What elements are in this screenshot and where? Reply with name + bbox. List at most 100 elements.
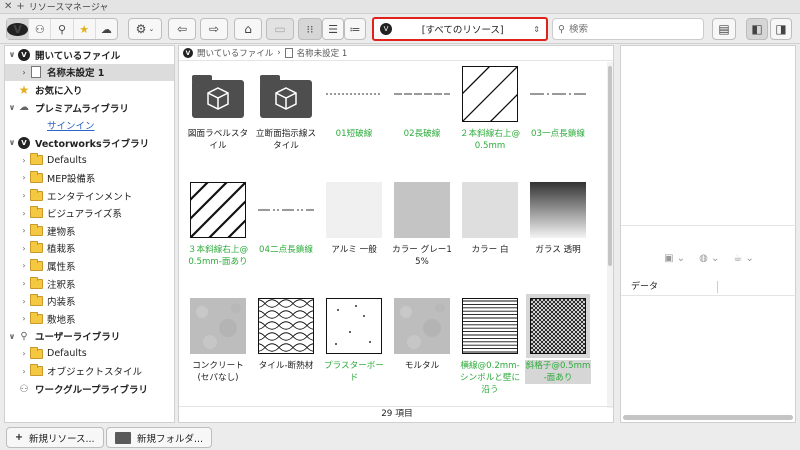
forward-button[interactable]: ⇨	[200, 18, 228, 40]
bottom-bar: + 新規リソース... 新規フォルダ...	[0, 424, 800, 450]
breadcrumb-current[interactable]: 名称未設定 1	[297, 47, 348, 59]
chevron-right-icon[interactable]: ›	[19, 173, 29, 182]
sidebar-item-label: 敷地系	[47, 314, 76, 326]
resource-tile[interactable]: 斜格子@0.5mm-面あり	[525, 294, 591, 384]
folder-up-button[interactable]: ▭	[266, 18, 294, 40]
chevron-down-icon[interactable]: ∨	[7, 103, 17, 112]
chevron-right-icon[interactable]: ›	[19, 261, 29, 270]
resource-label: 04二点長鎖線	[259, 245, 313, 255]
render-mode-icon[interactable]: ▣ ⌄	[664, 253, 685, 264]
add-icon[interactable]: +	[16, 1, 24, 13]
sidebar-item[interactable]: › 敷地系	[5, 310, 174, 328]
resource-tile[interactable]: ガラス 透明	[525, 182, 591, 256]
vectorworks-library-icon[interactable]: V	[7, 19, 30, 39]
sidebar-item[interactable]: › 名称未設定 1	[5, 63, 174, 82]
chevron-down-icon[interactable]: ∨	[7, 50, 17, 59]
chevron-down-icon[interactable]: ∨	[7, 138, 17, 147]
sidebar-item[interactable]: › オブジェクトスタイル	[5, 363, 174, 381]
back-button[interactable]: ⇦	[168, 18, 196, 40]
detail-view-button[interactable]: ≔	[344, 18, 366, 40]
resource-tile[interactable]: 02長破線	[389, 66, 455, 140]
resource-tile[interactable]: 03一点長鎖線	[525, 66, 591, 140]
vertical-scrollbar[interactable]	[607, 62, 613, 408]
sidebar-item[interactable]: › エンタテインメント	[5, 187, 174, 205]
resource-tile[interactable]: カラー 白	[457, 182, 523, 256]
sidebar-item[interactable]: › Defaults	[5, 152, 174, 170]
teapot-icon[interactable]: ☕ ⌄	[733, 253, 754, 264]
sidebar-item-label: ビジュアライズ系	[47, 209, 122, 221]
cloud-library-icon[interactable]: ☁	[96, 19, 117, 39]
resource-tile[interactable]: アルミ 一般	[321, 182, 387, 256]
chevron-right-icon[interactable]: ›	[19, 349, 29, 358]
search-box[interactable]: ⚲	[552, 18, 704, 40]
sidebar-item-label: 名称未設定 1	[47, 68, 105, 80]
new-folder-button[interactable]: 新規フォルダ...	[106, 427, 213, 448]
resource-tile[interactable]: コンクリート (セパなし)	[185, 298, 251, 384]
chevron-down-icon[interactable]: ∨	[7, 332, 17, 341]
sidebar-item[interactable]: › 注釈系	[5, 275, 174, 293]
sidebar-item[interactable]: ∨ V 開いているファイル	[5, 46, 174, 64]
favorites-star-icon[interactable]: ★	[74, 19, 96, 39]
new-resource-button[interactable]: + 新規リソース...	[6, 427, 104, 448]
chevron-right-icon[interactable]: ›	[19, 314, 29, 323]
resource-browser: V 開いているファイル › 名称未設定 1 図面ラベルスタイル 立断面指示線スタイ…	[178, 45, 614, 423]
home-button[interactable]: ⌂	[234, 18, 262, 40]
chevron-right-icon[interactable]: ›	[19, 226, 29, 235]
chevron-right-icon[interactable]: ›	[19, 244, 29, 253]
chevron-right-icon[interactable]: ›	[19, 367, 29, 376]
resource-tile[interactable]: 04二点長鎖線	[253, 182, 319, 256]
grid-view-button[interactable]: ⁝⁝	[298, 18, 322, 40]
resource-tile[interactable]: ３本斜線右上@0.5mm-面あり	[185, 182, 251, 268]
chevron-right-icon[interactable]: ›	[19, 209, 29, 218]
chevron-right-icon[interactable]: ›	[19, 279, 29, 288]
resource-tile[interactable]: タイル-断熱材	[253, 298, 319, 372]
list-view-button[interactable]: ☰	[322, 18, 344, 40]
sidebar-item[interactable]: › 植栽系	[5, 240, 174, 258]
resource-tile[interactable]: モルタル	[389, 298, 455, 372]
horizontal-scrollbar[interactable]	[623, 415, 793, 420]
resource-tile[interactable]: 図面ラベルスタイル	[185, 66, 251, 152]
sidebar-item[interactable]: › 建物系	[5, 222, 174, 240]
sidebar-item-label[interactable]: サインイン	[47, 118, 95, 132]
sidebar-item[interactable]: › 属性系	[5, 257, 174, 275]
chevron-right-icon[interactable]: ›	[19, 191, 29, 200]
scrollbar-thumb[interactable]	[608, 66, 612, 266]
layout-right-button[interactable]: ◨	[770, 18, 792, 40]
search-input[interactable]	[568, 23, 689, 35]
sidebar-item[interactable]: ★ お気に入り	[5, 81, 174, 99]
panel-icon: ▤	[718, 22, 730, 36]
resource-tile[interactable]: 横線@0.2mm-シンボルと壁に沿う	[457, 298, 523, 396]
sidebar-item[interactable]: サインイン	[5, 116, 174, 134]
sidebar-item[interactable]: ∨ V Vectorworksライブラリ	[5, 134, 174, 152]
settings-gear-menu[interactable]: ⚙ ⌄	[128, 18, 162, 40]
chevron-right-icon[interactable]: ›	[19, 297, 29, 306]
resource-type-dropdown[interactable]: V [すべてのリソース] ⇕	[372, 17, 548, 41]
sidebar-item[interactable]: › ビジュアライズ系	[5, 204, 174, 222]
resource-tile[interactable]: 01短破線	[321, 66, 387, 140]
sidebar-item[interactable]: ∨ ⚲ ユーザーライブラリ	[5, 328, 174, 346]
chevron-right-icon[interactable]: ›	[19, 156, 29, 165]
resource-tile[interactable]: プラスターボード	[321, 298, 387, 384]
resource-thumbnail	[326, 66, 382, 122]
resource-label: アルミ 一般	[331, 245, 377, 255]
grid-view-icon: ⁝⁝	[306, 22, 314, 36]
sidebar-item[interactable]: › MEP設備系	[5, 169, 174, 187]
resource-tile[interactable]: 立断面指示線スタイル	[253, 66, 319, 152]
close-icon[interactable]: ✕	[4, 1, 12, 13]
workgroup-icon[interactable]: ⚇	[29, 19, 52, 39]
resource-tile[interactable]: カラー グレー15%	[389, 182, 455, 268]
sidebar-item[interactable]: ∨ ☁ プレミアムライブラリ	[5, 99, 174, 117]
preview-toggle-button[interactable]: ▤	[712, 18, 736, 40]
sidebar-item-label: Vectorworksライブラリ	[35, 138, 150, 150]
sidebar-item[interactable]: ⚇ ワークグループライブラリ	[5, 380, 174, 398]
user-library-icon[interactable]: ⚲	[51, 19, 74, 39]
sidebar-item[interactable]: › Defaults	[5, 345, 174, 363]
resource-tile[interactable]: ２本斜線右上@0.5mm	[457, 66, 523, 152]
layout-left-button[interactable]: ◧	[746, 18, 768, 40]
sidebar-item-label: ワークグループライブラリ	[35, 385, 149, 397]
view-mode-icon[interactable]: ◍ ⌄	[699, 253, 719, 264]
resource-label: ３本斜線右上@0.5mm-面あり	[187, 245, 249, 267]
chevron-right-icon[interactable]: ›	[19, 68, 29, 77]
breadcrumb-root[interactable]: 開いているファイル	[197, 47, 273, 59]
sidebar-item[interactable]: › 内装系	[5, 292, 174, 310]
